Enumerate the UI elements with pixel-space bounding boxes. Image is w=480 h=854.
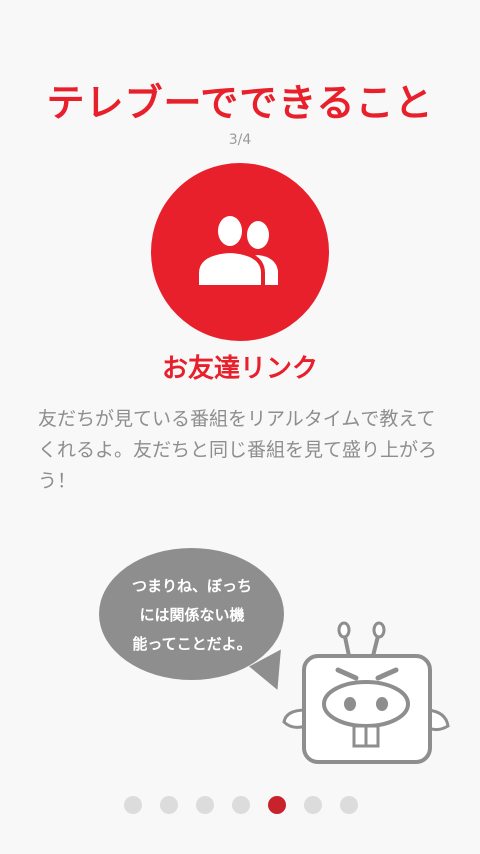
feature-name: お友達リンク [161, 354, 318, 384]
pagination-dots [124, 796, 358, 814]
bubble-line-1: つまりね、ぼっち [131, 577, 252, 595]
pagination-dot[interactable] [160, 796, 178, 814]
pagination-dot[interactable] [196, 796, 214, 814]
pagination-dot[interactable] [124, 796, 142, 814]
pagination-dot[interactable] [340, 796, 358, 814]
bubble-line-3: 能ってことだよ。 [132, 635, 252, 653]
feature-icon-circle [151, 163, 329, 341]
pagination-dot[interactable] [232, 796, 250, 814]
page-indicator: 3/4 [228, 132, 252, 148]
speech-bubble-text: つまりね、ぼっち には関係ない機 能ってことだよ。 [116, 572, 268, 659]
pagination-dot[interactable] [304, 796, 322, 814]
bubble-line-2: には関係ない機 [139, 606, 245, 624]
onboarding-screen[interactable]: テレブーでできること 3/4 お友達リンク 友だちが見ている番組をリアルタイムで… [0, 0, 480, 854]
feature-description: 友だちが見ている番組をリアルタイムで教えてくれるよ。友だちと同じ番組を見て盛り上… [38, 408, 438, 492]
friends-icon [195, 212, 278, 289]
pagination-dot-active[interactable] [268, 796, 286, 814]
mascot-character [282, 621, 450, 764]
page-title: テレブーでできること [46, 81, 434, 125]
